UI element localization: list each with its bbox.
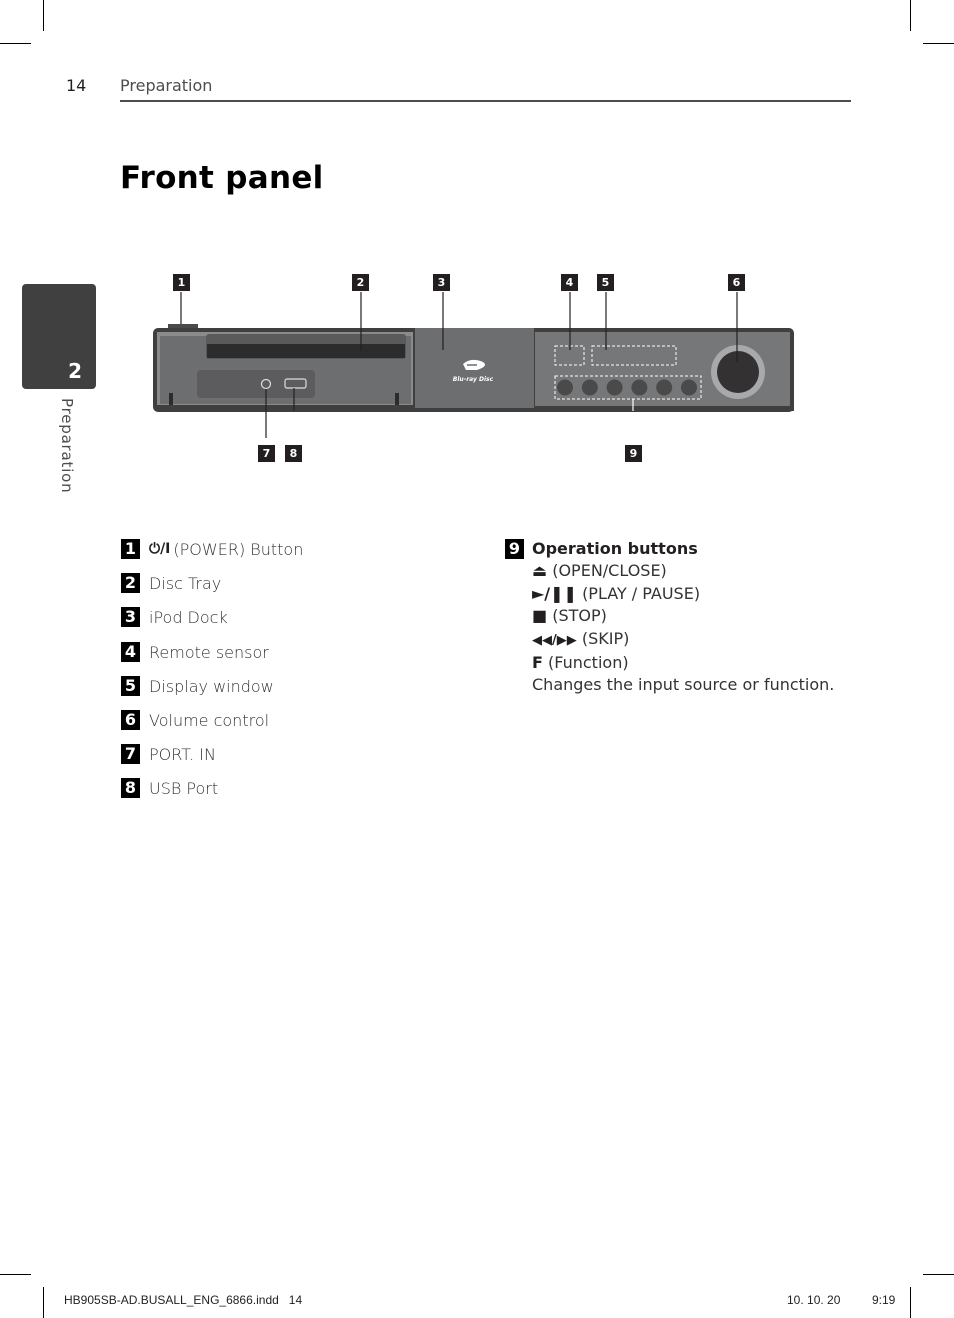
op-item-stop: ■ (STOP): [532, 605, 834, 627]
part-item-8: 8 USB Port: [121, 777, 218, 799]
operation-button: [631, 379, 648, 396]
op-item-function: F (Function): [532, 652, 834, 674]
part-label: PORT. IN: [149, 744, 216, 764]
callout-2: 2: [352, 274, 369, 291]
part-label: USB Port: [149, 778, 219, 798]
part-label: (POWER) Button: [173, 539, 304, 559]
part-number: 9: [505, 539, 524, 559]
play-pause-icon: ►/❚❚: [532, 583, 577, 603]
part-number: 2: [121, 573, 140, 593]
op-label: (SKIP): [581, 628, 630, 648]
footer-time: 9:19: [872, 1293, 896, 1307]
part-label: iPod Dock: [149, 607, 228, 627]
part-item-5: 5 Display window: [121, 675, 274, 697]
callout-4: 4: [561, 274, 578, 291]
callout-1: 1: [173, 274, 190, 291]
footer-filename: HB905SB-AD.BUSALL_ENG_6866.indd 14: [64, 1293, 303, 1307]
part-number: 4: [121, 642, 140, 662]
crop-mark: [43, 1287, 44, 1318]
op-label: (Function): [548, 653, 629, 673]
part-item-3: 3 iPod Dock: [121, 606, 228, 628]
part-label: Display window: [149, 676, 274, 696]
part-item-7: 7 PORT. IN: [121, 743, 216, 765]
callout-3: 3: [433, 274, 450, 291]
callout-5: 5: [597, 274, 614, 291]
power-icon: ⏻/I: [149, 541, 171, 557]
op-item-open-close: ⏏ (OPEN/CLOSE): [532, 560, 834, 582]
eject-icon: ⏏: [532, 561, 548, 581]
op-label: (OPEN/CLOSE): [552, 561, 667, 581]
operation-button: [681, 379, 697, 396]
footer-date: 10. 10. 20: [787, 1293, 841, 1307]
op-label: (STOP): [552, 606, 607, 626]
stop-icon: ■: [532, 606, 548, 626]
part-number: 3: [121, 607, 140, 627]
part-label: Volume control: [149, 710, 270, 730]
op-item-skip: ◀◀/▶▶ (SKIP): [532, 628, 834, 652]
device-illustration: Blu-ray Disc: [153, 292, 794, 438]
part-item-6: 6 Volume control: [121, 709, 269, 731]
callout-6: 6: [728, 274, 745, 291]
port-panel-shape: [197, 370, 315, 398]
part-number: 6: [121, 710, 140, 730]
front-panel-diagram: Blu-ray Disc 1 2 3 4 5 6 7 8 9: [0, 0, 954, 520]
crop-mark: [923, 1274, 954, 1275]
operation-heading: Operation buttons: [532, 539, 698, 558]
skip-icon: ◀◀/▶▶: [532, 632, 577, 648]
operation-button: [606, 379, 623, 396]
part-label: Remote sensor: [149, 642, 269, 662]
part-number: 8: [121, 778, 140, 798]
crop-mark: [910, 1287, 911, 1318]
op-label: (PLAY / PAUSE): [582, 583, 701, 603]
part-item-4: 4 Remote sensor: [121, 641, 269, 663]
volume-knob: [717, 351, 759, 393]
part-number: 7: [121, 744, 140, 764]
operation-button: [656, 379, 673, 396]
function-icon: F: [532, 653, 543, 673]
operation-button: [557, 379, 573, 396]
callout-7: 7: [258, 445, 275, 462]
callout-8: 8: [285, 445, 302, 462]
operation-buttons-section: Operation buttons ⏏ (OPEN/CLOSE) ►/❚❚ (P…: [532, 538, 834, 697]
part-number: 5: [121, 676, 140, 696]
part-number: 1: [121, 539, 140, 559]
callout-9: 9: [625, 445, 642, 462]
part-item-2: 2 Disc Tray: [121, 572, 221, 594]
crop-mark: [0, 1274, 31, 1275]
op-item-play-pause: ►/❚❚ (PLAY / PAUSE): [532, 583, 834, 605]
part-label: Disc Tray: [149, 573, 222, 593]
operation-number: 9: [505, 539, 533, 559]
bluray-logo-text: Blu-ray Disc: [453, 376, 494, 383]
part-item-1: 1 ⏻/I (POWER) Button: [121, 538, 303, 560]
operation-description: Changes the input source or function.: [532, 675, 835, 695]
operation-button: [581, 379, 598, 396]
